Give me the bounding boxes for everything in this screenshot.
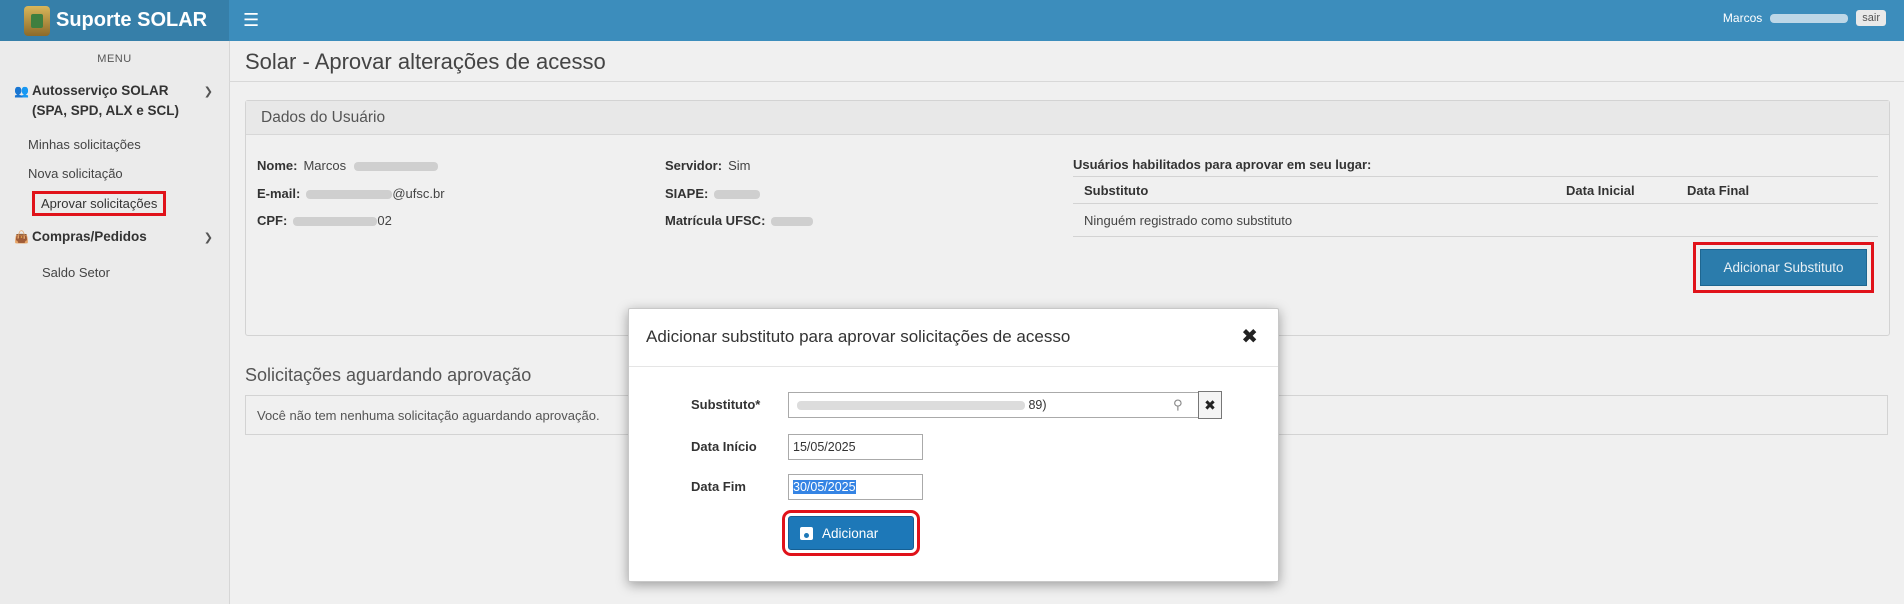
clear-substituto-button[interactable]: ✖ [1198,391,1222,419]
add-substitute-modal: Adicionar substituto para aprovar solici… [628,308,1279,582]
redacted-text [797,401,1025,411]
modal-title: Adicionar substituto para aprovar solici… [646,327,1071,346]
data-inicio-label: Data Início [691,439,757,454]
close-icon[interactable]: ✖ [1241,324,1258,349]
save-icon [800,526,813,540]
data-inicio-input[interactable]: 15/05/2025 [788,434,923,460]
data-fim-value: 30/05/2025 [793,480,856,494]
adicionar-button[interactable]: Adicionar [782,510,920,556]
divider [629,366,1278,367]
data-fim-input[interactable]: 30/05/2025 [788,474,923,500]
adicionar-label: Adicionar [822,525,879,541]
data-fim-label: Data Fim [691,479,746,494]
substituto-value: 89) [1028,398,1047,412]
substituto-label: Substituto* [691,397,761,412]
substituto-input[interactable]: 89) [788,392,1202,418]
search-icon[interactable]: ⚲ [1173,397,1183,413]
